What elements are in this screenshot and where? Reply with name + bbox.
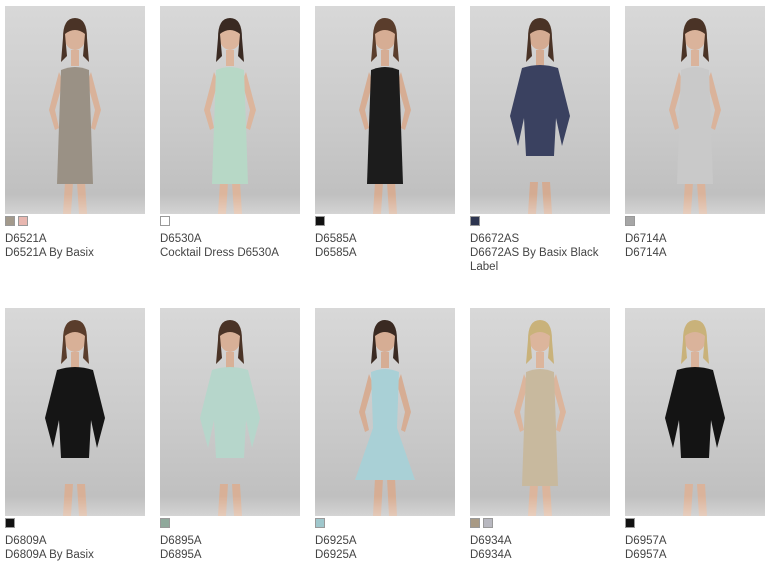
product-code: D6585A [315, 233, 357, 245]
product-name-link[interactable]: D6934A [470, 548, 615, 562]
product-code: D6521A [5, 233, 47, 245]
color-swatches [5, 216, 145, 228]
color-swatch[interactable] [625, 216, 635, 226]
color-swatch[interactable] [470, 216, 480, 226]
product-name-link[interactable]: D6521A By Basix [5, 246, 150, 260]
color-swatch[interactable] [160, 518, 170, 528]
product-image[interactable] [160, 6, 300, 214]
product-card: D6521A D6521A By Basix [5, 6, 145, 260]
color-swatches [315, 216, 455, 228]
color-swatches [625, 216, 765, 228]
product-code: D6530A [160, 233, 202, 245]
color-swatch[interactable] [483, 518, 493, 528]
color-swatches [315, 518, 455, 530]
product-code: D6957A [625, 535, 667, 547]
product-image[interactable] [5, 308, 145, 516]
color-swatch[interactable] [315, 518, 325, 528]
color-swatch[interactable] [18, 216, 28, 226]
color-swatches [160, 216, 300, 228]
product-code: D6809A [5, 535, 47, 547]
product-name-link[interactable]: D6672AS By Basix Black Label [470, 246, 615, 274]
color-swatch[interactable] [5, 216, 15, 226]
product-name-link[interactable]: D6895A [160, 548, 305, 562]
product-image[interactable] [315, 308, 455, 516]
color-swatch[interactable] [315, 216, 325, 226]
product-image[interactable] [625, 308, 765, 516]
color-swatch[interactable] [160, 216, 170, 226]
product-code: D6672AS [470, 233, 520, 245]
color-swatches [160, 518, 300, 530]
product-card: D6925A D6925A [315, 308, 455, 562]
color-swatches [5, 518, 145, 530]
product-name-link[interactable]: D6809A By Basix [5, 548, 150, 562]
product-image[interactable] [160, 308, 300, 516]
color-swatch[interactable] [625, 518, 635, 528]
product-card: D6809A D6809A By Basix [5, 308, 145, 562]
color-swatches [625, 518, 765, 530]
product-card: D6530A Cocktail Dress D6530A [160, 6, 300, 260]
product-image[interactable] [625, 6, 765, 214]
color-swatches [470, 216, 610, 228]
product-card: D6895A D6895A [160, 308, 300, 562]
color-swatch[interactable] [470, 518, 480, 528]
product-card: D6585A D6585A [315, 6, 455, 260]
product-card: D6672AS D6672AS By Basix Black Label [470, 6, 610, 274]
product-image[interactable] [5, 6, 145, 214]
product-code: D6934A [470, 535, 512, 547]
product-image[interactable] [470, 6, 610, 214]
product-name-link[interactable]: Cocktail Dress D6530A [160, 246, 305, 260]
product-code: D6925A [315, 535, 357, 547]
product-card: D6934A D6934A [470, 308, 610, 562]
color-swatches [470, 518, 610, 530]
product-name-link[interactable]: D6957A [625, 548, 770, 562]
product-card: D6714A D6714A [625, 6, 765, 260]
product-card: D6957A D6957A [625, 308, 765, 562]
product-name-link[interactable]: D6925A [315, 548, 460, 562]
product-image[interactable] [470, 308, 610, 516]
product-code: D6714A [625, 233, 667, 245]
product-image[interactable] [315, 6, 455, 214]
product-name-link[interactable]: D6714A [625, 246, 770, 260]
color-swatch[interactable] [5, 518, 15, 528]
product-code: D6895A [160, 535, 202, 547]
product-name-link[interactable]: D6585A [315, 246, 460, 260]
